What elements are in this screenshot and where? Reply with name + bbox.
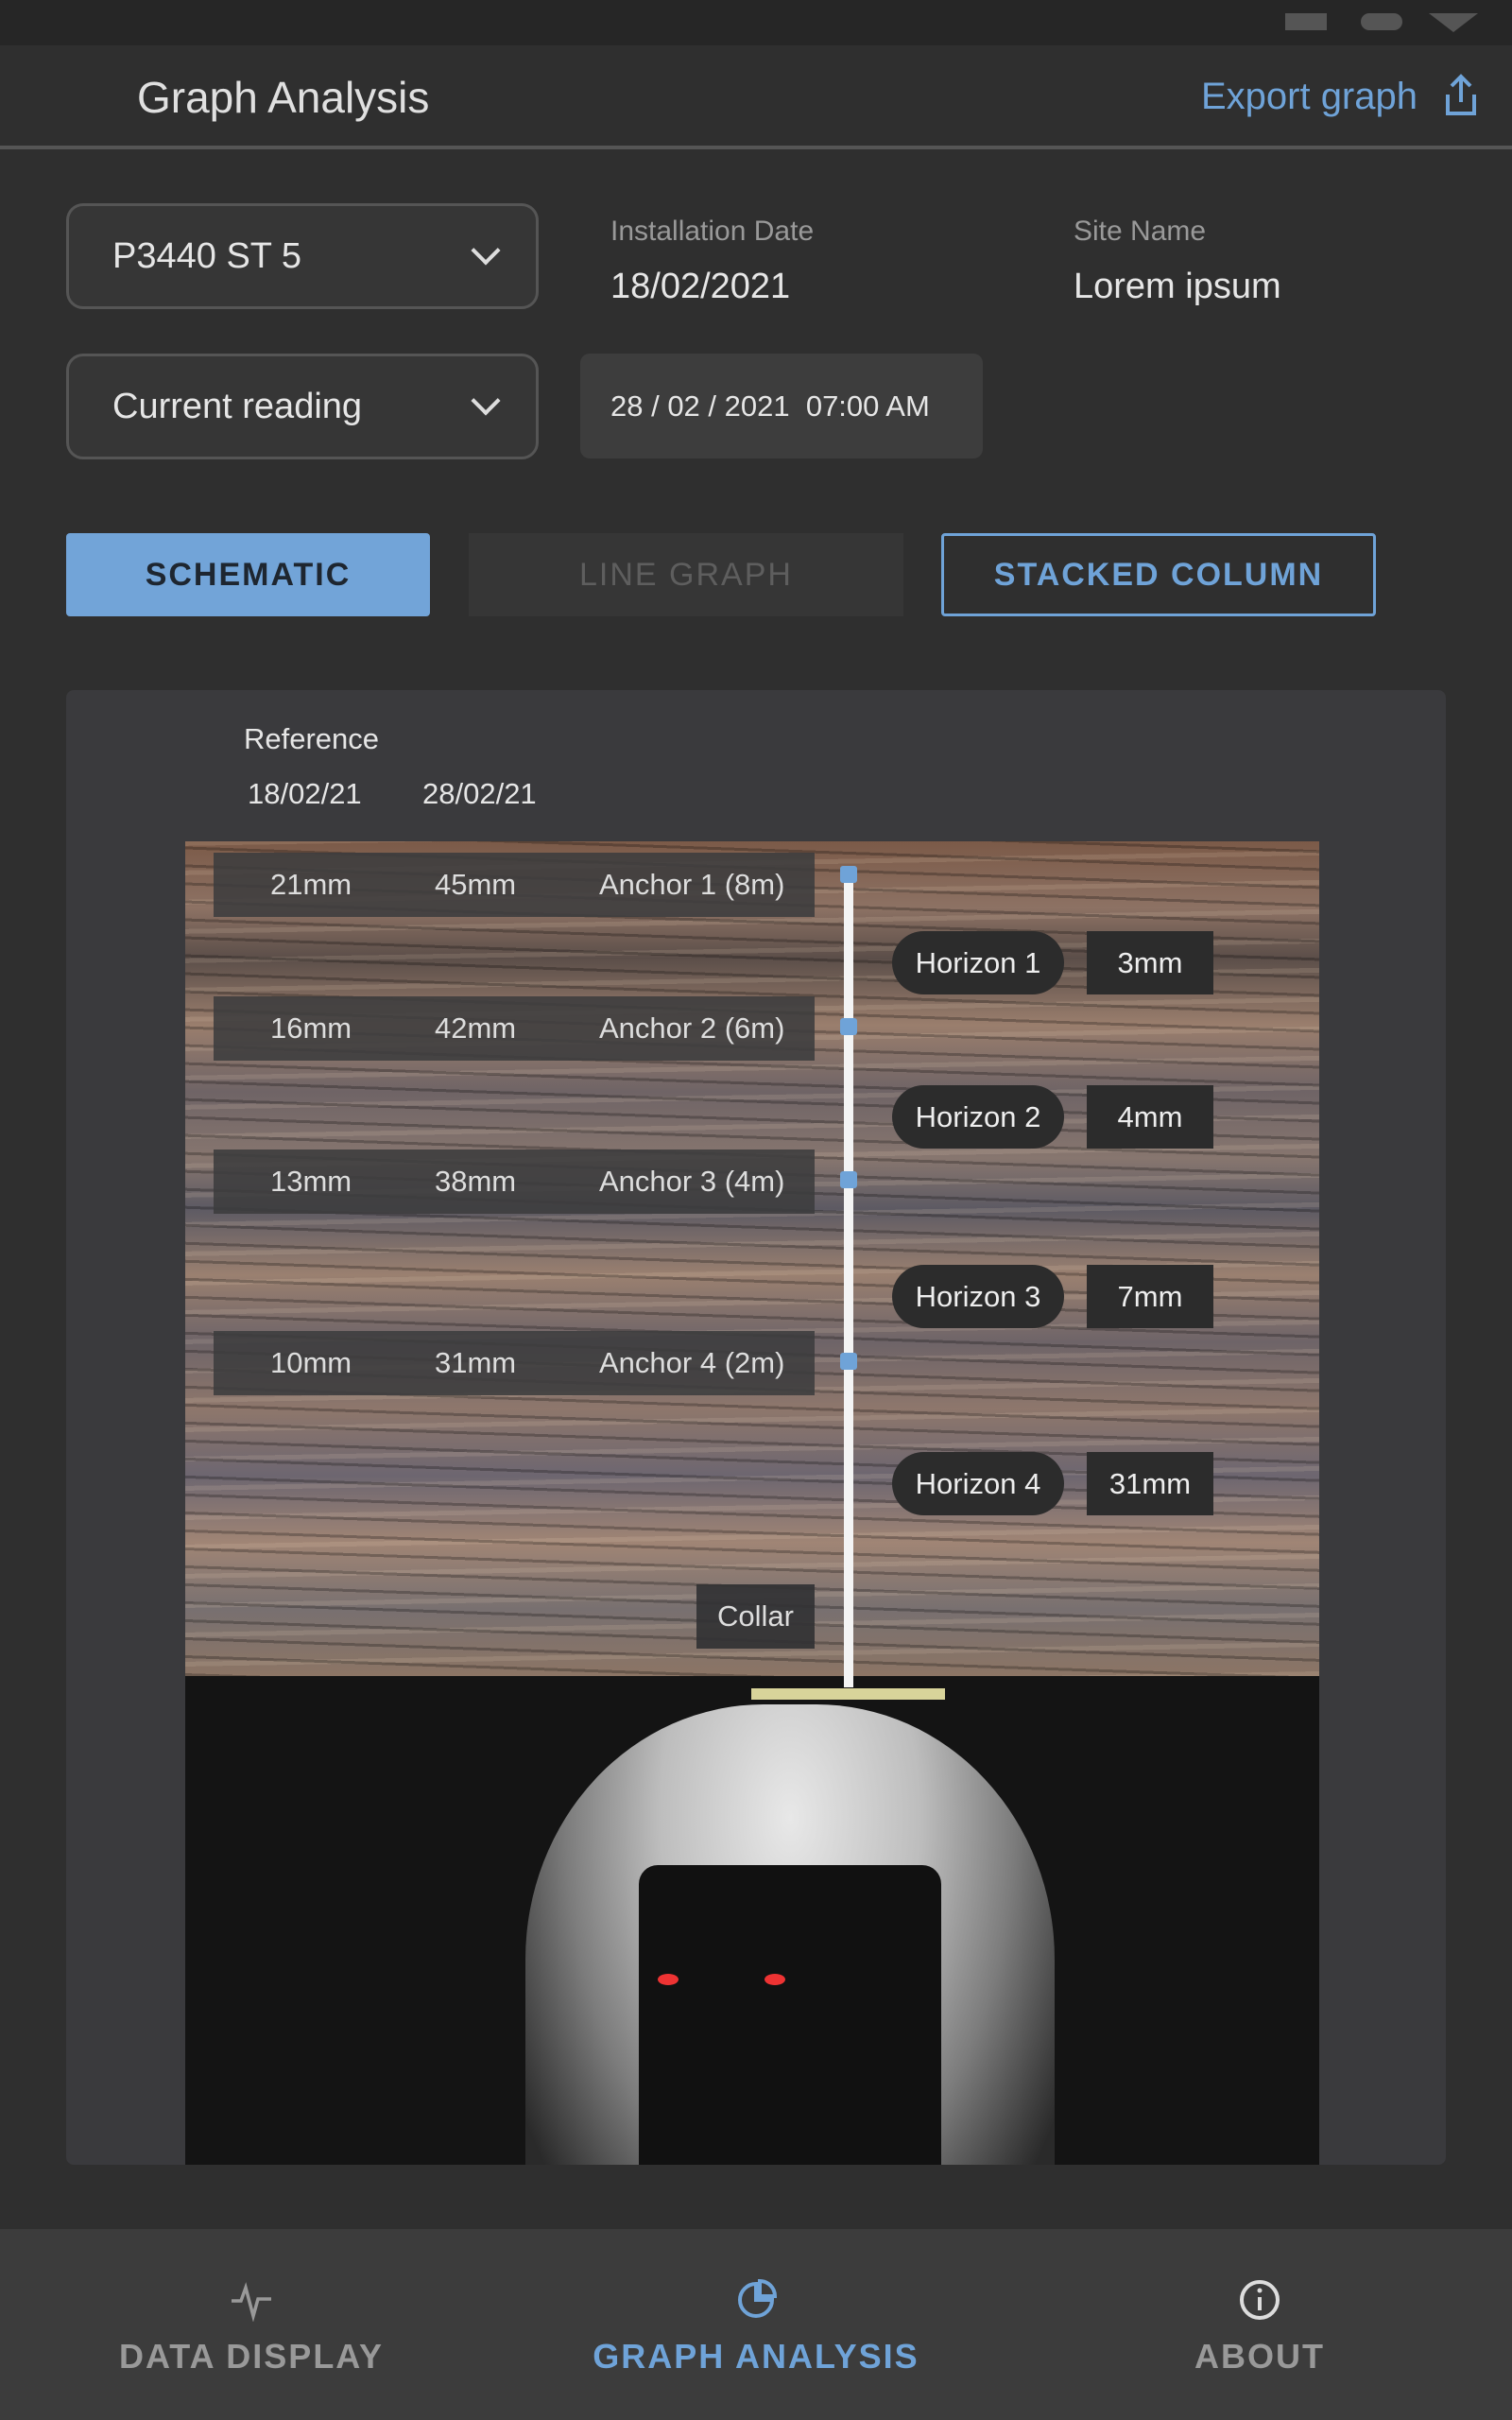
anchor-reference-value: 21mm — [270, 868, 352, 901]
anchor-reference-value: 13mm — [270, 1165, 352, 1198]
anchor-current-value: 42mm — [435, 1011, 517, 1045]
chevron-down-icon — [471, 235, 501, 266]
nav-label: GRAPH ANALYSIS — [593, 2337, 919, 2376]
info-icon — [1240, 2280, 1280, 2320]
pie-chart-icon — [738, 2278, 778, 2318]
anchor-current-value: 31mm — [435, 1346, 517, 1379]
horizon-value: 31mm — [1087, 1452, 1213, 1515]
anchor-reference-value: 10mm — [270, 1346, 352, 1379]
anchor-marker — [840, 1018, 857, 1035]
nav-graph-analysis[interactable]: GRAPH ANALYSIS — [567, 2278, 945, 2377]
horizon-label: Horizon 3 — [892, 1265, 1064, 1328]
status-bar — [0, 0, 1512, 45]
anchor-reference-value: 16mm — [270, 1011, 352, 1045]
reference-label: Reference — [244, 722, 380, 755]
tail-light — [658, 1974, 679, 1985]
chevron-down-icon — [471, 386, 501, 416]
anchor-label: Anchor 1 (8m) — [599, 868, 785, 901]
share-icon[interactable] — [1442, 74, 1480, 117]
export-graph-link[interactable]: Export graph — [1201, 76, 1418, 118]
anchor-marker — [840, 1353, 857, 1370]
horizon-value: 4mm — [1087, 1085, 1213, 1149]
anchor-row: 21mm 45mm Anchor 1 (8m) — [214, 853, 815, 917]
anchor-label: Anchor 4 (2m) — [599, 1346, 785, 1379]
site-name-label: Site Name — [1074, 216, 1207, 247]
horizon-value: 3mm — [1087, 931, 1213, 994]
installation-date-label: Installation Date — [610, 216, 815, 247]
anchor-label: Anchor 2 (6m) — [599, 1011, 785, 1045]
anchor-row: 13mm 38mm Anchor 3 (4m) — [214, 1150, 815, 1214]
status-triangle-icon — [1429, 13, 1478, 32]
anchor-row: 16mm 42mm Anchor 2 (6m) — [214, 996, 815, 1061]
current-date: 28/02/21 — [422, 777, 537, 810]
extensometer-rod — [844, 874, 853, 1687]
horizon-label: Horizon 2 — [892, 1085, 1064, 1149]
bottom-navigation: DATA DISPLAY GRAPH ANALYSIS ABOUT — [0, 2229, 1512, 2420]
anchor-current-value: 45mm — [435, 868, 517, 901]
nav-label: DATA DISPLAY — [118, 2337, 385, 2376]
anchor-marker — [840, 866, 857, 883]
page-title: Graph Analysis — [137, 73, 430, 122]
anchor-marker — [840, 1171, 857, 1188]
status-square-icon — [1285, 13, 1327, 30]
tab-stacked-column[interactable]: STACKED COLUMN — [941, 533, 1376, 616]
mining-vehicle — [639, 1865, 941, 2165]
anchor-row: 10mm 31mm Anchor 4 (2m) — [214, 1331, 815, 1395]
reading-value: Current reading — [112, 386, 363, 426]
reference-date: 18/02/21 — [248, 777, 362, 810]
app-header: Graph Analysis Export graph — [0, 45, 1512, 149]
anchor-current-value: 38mm — [435, 1165, 517, 1198]
instrument-value: P3440 ST 5 — [112, 235, 302, 276]
horizon-label: Horizon 4 — [892, 1452, 1064, 1515]
nav-label: ABOUT — [1194, 2337, 1325, 2376]
horizon-label: Horizon 1 — [892, 931, 1064, 994]
pulse-icon — [232, 2282, 271, 2322]
reading-datetime-field[interactable]: 28 / 02 / 2021 07:00 AM — [580, 354, 983, 458]
installation-date-value: 18/02/2021 — [610, 267, 791, 306]
anchor-label: Anchor 3 (4m) — [599, 1165, 785, 1198]
horizon-value: 7mm — [1087, 1265, 1213, 1328]
reading-dropdown[interactable]: Current reading — [66, 354, 539, 459]
collar-plate — [751, 1688, 945, 1700]
schematic-scene: 21mm 45mm Anchor 1 (8m) 16mm 42mm Anchor 2 (… — [185, 841, 1319, 2165]
tunnel-image — [185, 1676, 1319, 2165]
tail-light — [765, 1974, 785, 1985]
tab-schematic[interactable]: SCHEMATIC — [66, 533, 430, 616]
nav-about[interactable]: ABOUT — [1071, 2278, 1449, 2377]
site-name-value: Lorem ipsum — [1074, 267, 1281, 306]
nav-data-display[interactable]: DATA DISPLAY — [62, 2278, 440, 2377]
status-circle-icon — [1361, 13, 1402, 30]
tab-line-graph[interactable]: LINE GRAPH — [469, 533, 903, 616]
instrument-dropdown[interactable]: P3440 ST 5 — [66, 203, 539, 309]
collar-label: Collar — [696, 1584, 815, 1649]
